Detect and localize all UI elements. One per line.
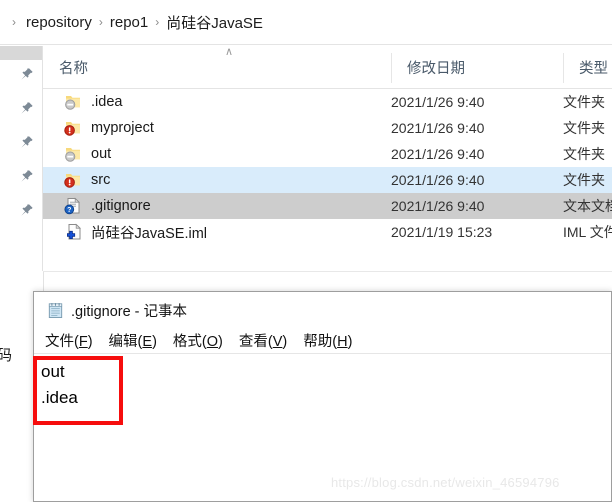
pin-icon[interactable] bbox=[20, 101, 34, 115]
list-bottom-divider bbox=[43, 271, 612, 272]
file-date: 2021/1/26 9:40 bbox=[391, 120, 485, 136]
menu-item-view[interactable]: 查看(V) bbox=[239, 330, 287, 351]
table-row[interactable]: myproject 2021/1/26 9:40 文件夹 bbox=[43, 115, 612, 141]
menu-item-help[interactable]: 帮助(H) bbox=[303, 330, 352, 351]
pin-icon[interactable] bbox=[20, 203, 34, 217]
table-row[interactable]: .idea 2021/1/26 9:40 文件夹 bbox=[43, 89, 612, 115]
notepad-icon bbox=[46, 301, 65, 320]
column-header-name[interactable]: 名称 bbox=[43, 46, 391, 89]
file-date: 2021/1/26 9:40 bbox=[391, 198, 485, 214]
breadcrumb-item-repo1[interactable]: repo1 bbox=[110, 14, 148, 31]
breadcrumb-item-project[interactable]: 尚硅谷JavaSE bbox=[166, 12, 263, 33]
navigation-pane[interactable] bbox=[0, 46, 43, 271]
file-type: 文件夹 bbox=[563, 94, 605, 110]
file-type: 文件夹 bbox=[563, 146, 605, 162]
chevron-right-icon[interactable]: › bbox=[99, 15, 103, 29]
chevron-right-icon[interactable]: › bbox=[12, 15, 16, 29]
column-header-row: ∧ 名称 修改日期 类型 bbox=[43, 46, 612, 89]
notepad-menu-bar[interactable]: 文件(F) 编辑(E) 格式(O) 查看(V) 帮助(H) bbox=[34, 328, 611, 354]
watermark-text: https://blog.csdn.net/weixin_46594796 bbox=[331, 475, 560, 490]
text-line[interactable]: .idea bbox=[41, 385, 610, 411]
table-row[interactable]: 尚硅谷JavaSE.iml 2021/1/19 15:23 IML 文件 bbox=[43, 219, 612, 245]
file-date: 2021/1/19 15:23 bbox=[391, 224, 493, 240]
pin-icon[interactable] bbox=[20, 169, 34, 183]
menu-item-format[interactable]: 格式(O) bbox=[173, 330, 223, 351]
column-header-date[interactable]: 修改日期 bbox=[391, 46, 563, 89]
menu-item-file[interactable]: 文件(F) bbox=[45, 330, 93, 351]
notepad-title-text: .gitignore - 记事本 bbox=[71, 303, 188, 320]
nav-pane-header bbox=[0, 46, 42, 60]
column-header-type[interactable]: 类型 bbox=[563, 46, 612, 89]
file-added-icon bbox=[63, 222, 83, 242]
breadcrumb-item-repository[interactable]: repository bbox=[26, 14, 92, 31]
file-unknown-icon: ? bbox=[63, 196, 83, 216]
file-type: 文件夹 bbox=[563, 172, 605, 188]
file-list[interactable]: .idea 2021/1/26 9:40 文件夹 myproject 2021/… bbox=[43, 89, 612, 271]
table-row[interactable]: src 2021/1/26 9:40 文件夹 bbox=[43, 167, 612, 193]
text-line[interactable]: out bbox=[41, 359, 610, 385]
file-date: 2021/1/26 9:40 bbox=[391, 146, 485, 162]
file-name[interactable]: .gitignore bbox=[91, 198, 151, 214]
table-row[interactable]: ? .gitignore 2021/1/26 9:40 文本文档 bbox=[43, 193, 612, 219]
file-name[interactable]: src bbox=[91, 172, 110, 188]
file-type: IML 文件 bbox=[563, 224, 612, 240]
file-date: 2021/1/26 9:40 bbox=[391, 94, 485, 110]
pin-icon[interactable] bbox=[20, 135, 34, 149]
folder-ignored-icon bbox=[63, 144, 83, 164]
folder-ignored-icon bbox=[63, 92, 83, 112]
notepad-title-bar[interactable]: .gitignore - 记事本 bbox=[34, 292, 611, 328]
folder-modified-icon bbox=[63, 170, 83, 190]
folder-modified-icon bbox=[63, 118, 83, 138]
background-clipped-text: 码 bbox=[0, 347, 13, 364]
address-bar[interactable]: › repository › repo1 › 尚硅谷JavaSE bbox=[0, 0, 612, 45]
file-name[interactable]: myproject bbox=[91, 120, 154, 136]
annotation-red-rectangle bbox=[33, 356, 123, 425]
chevron-right-icon[interactable]: › bbox=[155, 15, 159, 29]
table-row[interactable]: out 2021/1/26 9:40 文件夹 bbox=[43, 141, 612, 167]
file-name[interactable]: out bbox=[91, 146, 111, 162]
file-type: 文本文档 bbox=[563, 198, 612, 214]
pin-icon[interactable] bbox=[20, 67, 34, 81]
file-name[interactable]: .idea bbox=[91, 94, 122, 110]
file-type: 文件夹 bbox=[563, 120, 605, 136]
menu-item-edit[interactable]: 编辑(E) bbox=[109, 330, 157, 351]
file-name[interactable]: 尚硅谷JavaSE.iml bbox=[91, 222, 207, 243]
svg-text:?: ? bbox=[67, 207, 71, 214]
file-date: 2021/1/26 9:40 bbox=[391, 172, 485, 188]
